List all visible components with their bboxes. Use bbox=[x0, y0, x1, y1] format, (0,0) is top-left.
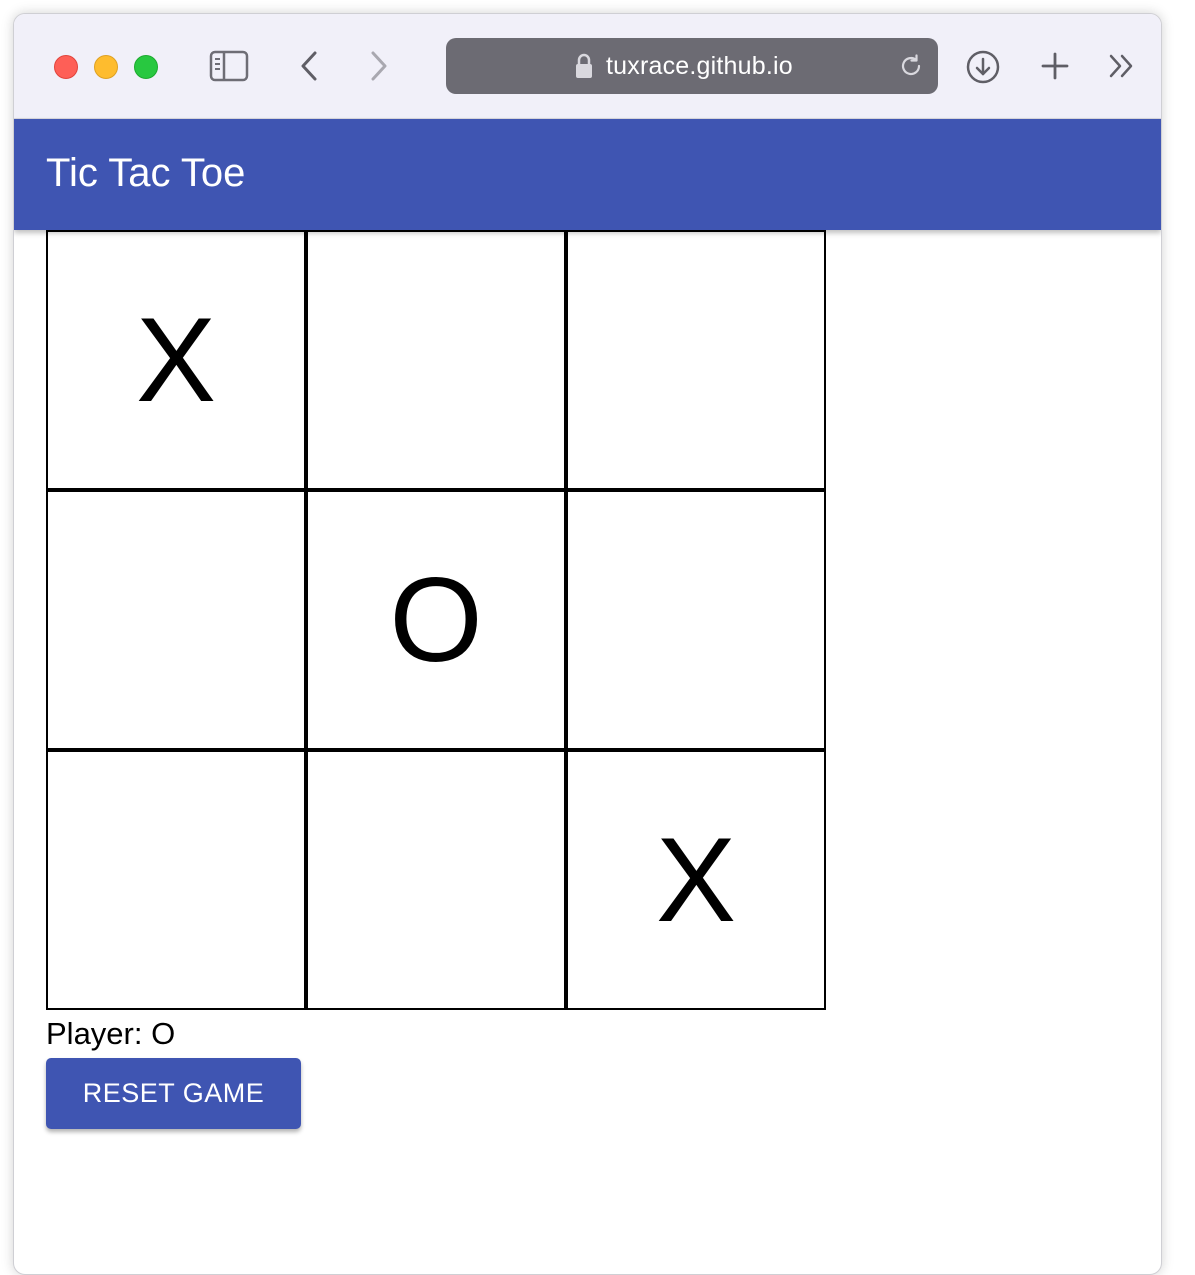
reload-icon[interactable] bbox=[898, 52, 926, 80]
sidebar-icon[interactable] bbox=[208, 48, 250, 84]
lock-icon bbox=[574, 52, 594, 80]
app-title: Tic Tac Toe bbox=[46, 151, 246, 195]
board-cell[interactable] bbox=[566, 230, 826, 490]
current-player-label: Player: O bbox=[46, 1016, 176, 1051]
download-icon[interactable] bbox=[964, 48, 1002, 86]
board-cell[interactable] bbox=[306, 230, 566, 490]
address-bar[interactable]: tuxrace.github.io bbox=[446, 38, 938, 94]
browser-window: tuxrace.github.io Tic Tac Toe X O X Play… bbox=[13, 13, 1162, 1275]
board-cell[interactable] bbox=[46, 490, 306, 750]
chevron-left-icon[interactable] bbox=[294, 48, 324, 84]
board-cell[interactable] bbox=[566, 490, 826, 750]
chevron-right-icon[interactable] bbox=[364, 48, 394, 84]
double-chevron-right-icon[interactable] bbox=[1106, 52, 1138, 80]
board-cell[interactable]: O bbox=[306, 490, 566, 750]
game-board: X O X bbox=[46, 230, 826, 1010]
browser-toolbar: tuxrace.github.io bbox=[14, 14, 1161, 119]
plus-icon[interactable] bbox=[1038, 49, 1072, 83]
board-cell[interactable]: X bbox=[46, 230, 306, 490]
board-cell[interactable] bbox=[306, 750, 566, 1010]
maximize-window-button[interactable] bbox=[134, 55, 158, 79]
close-window-button[interactable] bbox=[54, 55, 78, 79]
board-cell[interactable]: X bbox=[566, 750, 826, 1010]
board-cell[interactable] bbox=[46, 750, 306, 1010]
url-text: tuxrace.github.io bbox=[606, 52, 793, 80]
minimize-window-button[interactable] bbox=[94, 55, 118, 79]
app-header: Tic Tac Toe bbox=[14, 119, 1161, 230]
reset-game-button[interactable]: RESET GAME bbox=[46, 1058, 301, 1129]
